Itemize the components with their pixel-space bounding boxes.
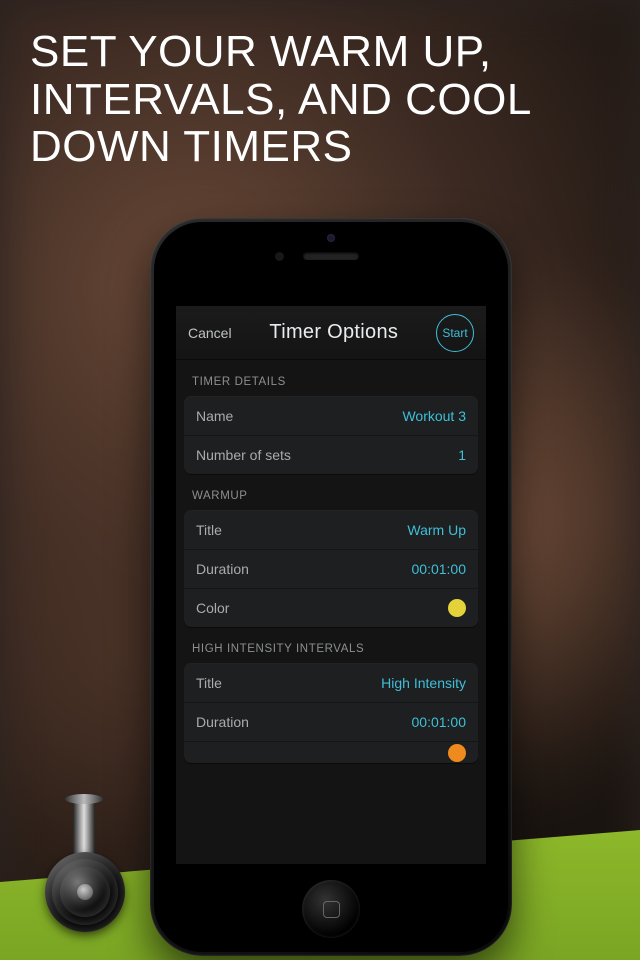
label-high-duration: Duration [196, 714, 249, 730]
card-warmup: Title Warm Up Duration 00:01:00 Color [184, 510, 478, 627]
dumbbell-icon [15, 802, 165, 942]
row-high-duration[interactable]: Duration 00:01:00 [184, 702, 478, 741]
row-high-color[interactable] [184, 741, 478, 763]
section-header-high: HIGH INTENSITY INTERVALS [184, 627, 478, 663]
card-details: Name Workout 3 Number of sets 1 [184, 396, 478, 474]
color-swatch-icon [448, 744, 466, 762]
value-high-duration: 00:01:00 [412, 714, 467, 730]
sensor-icon [275, 252, 284, 261]
row-warmup-duration[interactable]: Duration 00:01:00 [184, 549, 478, 588]
home-button[interactable] [302, 880, 360, 938]
cancel-button[interactable]: Cancel [188, 325, 232, 341]
row-sets[interactable]: Number of sets 1 [184, 435, 478, 474]
row-warmup-title[interactable]: Title Warm Up [184, 510, 478, 549]
screen-title: Timer Options [269, 321, 398, 344]
start-button[interactable]: Start [436, 314, 474, 352]
app-screen: Cancel Timer Options Start TIMER DETAILS… [176, 306, 486, 864]
nav-bar: Cancel Timer Options Start [176, 306, 486, 360]
label-high-title: Title [196, 675, 222, 691]
value-sets: 1 [458, 447, 466, 463]
section-header-details: TIMER DETAILS [184, 360, 478, 396]
label-name: Name [196, 408, 233, 424]
speaker-icon [303, 252, 359, 260]
row-name[interactable]: Name Workout 3 [184, 396, 478, 435]
home-square-icon [323, 901, 340, 918]
row-warmup-color[interactable]: Color [184, 588, 478, 627]
content-scroll[interactable]: TIMER DETAILS Name Workout 3 Number of s… [176, 360, 486, 763]
promo-headline: SET YOUR WARM UP, INTERVALS, AND COOL DO… [30, 28, 610, 171]
section-header-warmup: WARMUP [184, 474, 478, 510]
row-high-title[interactable]: Title High Intensity [184, 663, 478, 702]
value-high-title: High Intensity [381, 675, 466, 691]
color-swatch-icon [448, 599, 466, 617]
value-name: Workout 3 [402, 408, 466, 424]
label-warmup-duration: Duration [196, 561, 249, 577]
camera-icon [327, 234, 335, 242]
label-sets: Number of sets [196, 447, 291, 463]
card-high: Title High Intensity Duration 00:01:00 [184, 663, 478, 763]
phone-frame: Cancel Timer Options Start TIMER DETAILS… [150, 218, 512, 956]
value-warmup-duration: 00:01:00 [412, 561, 467, 577]
value-warmup-title: Warm Up [407, 522, 466, 538]
label-warmup-color: Color [196, 600, 229, 616]
label-warmup-title: Title [196, 522, 222, 538]
